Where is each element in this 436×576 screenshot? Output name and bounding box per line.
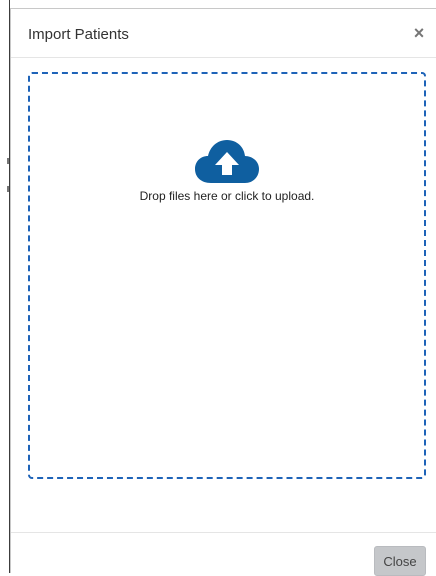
- modal-footer: Close: [11, 532, 436, 576]
- dropzone-message: Drop files here or click to upload.: [139, 189, 315, 203]
- cloud-upload-icon: [195, 140, 259, 183]
- modal-title: Import Patients: [28, 26, 129, 43]
- background-edge-mark: [7, 158, 9, 164]
- modal-header: Import Patients ×: [11, 9, 436, 58]
- file-dropzone[interactable]: Drop files here or click to upload.: [28, 72, 426, 479]
- close-button[interactable]: Close: [374, 546, 426, 576]
- background-edge-mark: [7, 186, 9, 192]
- close-icon[interactable]: ×: [412, 24, 426, 42]
- background-page-edge: [0, 0, 10, 573]
- import-patients-modal: Import Patients × Drop files here or cli…: [10, 8, 436, 576]
